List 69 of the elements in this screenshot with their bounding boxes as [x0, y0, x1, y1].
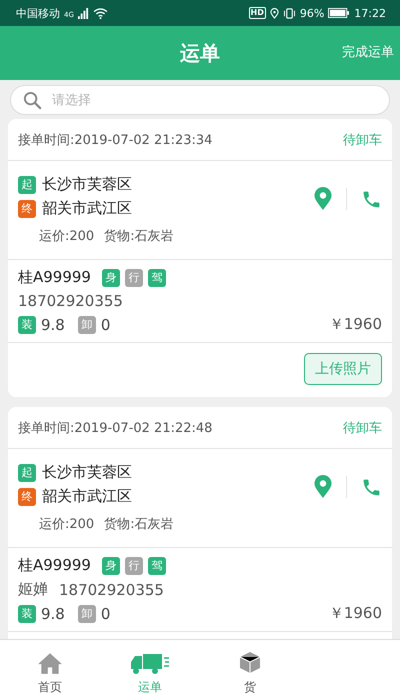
document-tag: 身 [102, 556, 120, 574]
phone-icon [361, 188, 382, 210]
unload-weight: 0 [100, 316, 110, 334]
start-tag: 起 [18, 176, 36, 194]
plate-number: 桂A99999 [18, 556, 91, 575]
order-time: 接单时间:2019-07-02 21:22:48 [18, 420, 212, 436]
document-tag: 驾 [148, 556, 166, 574]
map-pin-icon [314, 475, 332, 499]
battery-percent: 96% [300, 6, 324, 20]
order-time: 接单时间:2019-07-02 21:23:34 [18, 132, 212, 148]
order-status: 待卸车 [343, 132, 382, 148]
signal-icon [78, 8, 89, 18]
cargo-type: 货物:石灰岩 [104, 516, 174, 533]
phone-icon [361, 476, 382, 498]
document-tag: 身 [102, 268, 120, 286]
location-icon [270, 8, 279, 18]
unload-weight: 0 [100, 604, 110, 622]
end-tag: 终 [18, 200, 36, 218]
order-amount: ￥1960 [328, 315, 382, 334]
nav-tab[interactable]: 货 [200, 640, 300, 700]
clock-time: 17:22 [354, 6, 386, 20]
search-input[interactable]: 请选择 [52, 92, 377, 108]
search-field[interactable]: 请选择 [10, 85, 390, 115]
tab-label: 运单 [138, 679, 162, 696]
origin-city: 长沙市芙蓉区 [42, 175, 132, 194]
nav-tab[interactable]: 运单 [100, 640, 200, 700]
phone-number: 18702920355 [18, 292, 123, 310]
document-tag: 行 [124, 556, 143, 574]
map-pin-button[interactable] [314, 187, 332, 211]
tab-label: 首页 [38, 679, 62, 696]
start-tag: 起 [18, 464, 36, 482]
home-icon [37, 651, 63, 675]
truck-icon [130, 651, 170, 675]
battery-icon [328, 8, 350, 18]
search-icon [23, 90, 42, 110]
load-tag: 装 [18, 604, 36, 622]
destination-city: 韶关市武江区 [42, 487, 132, 506]
order-status: 待卸车 [343, 420, 382, 436]
load-tag: 装 [18, 316, 36, 334]
freight-price: 运价:200 [39, 516, 94, 533]
unload-tag: 卸 [78, 604, 96, 622]
hd-badge: HD [248, 7, 266, 19]
vibrate-icon [282, 8, 296, 18]
phone-number: 18702920355 [59, 580, 164, 598]
unload-tag: 卸 [78, 316, 96, 334]
origin-city: 长沙市芙蓉区 [42, 463, 132, 482]
phone-button[interactable] [361, 476, 382, 498]
map-pin-button[interactable] [314, 475, 332, 499]
load-weight: 9.8 [41, 316, 65, 334]
phone-button[interactable] [361, 188, 382, 210]
document-tag: 驾 [148, 268, 166, 286]
map-pin-icon [314, 187, 332, 211]
complete-orders-link[interactable]: 完成运单 [342, 43, 394, 61]
cargo-type: 货物:石灰岩 [104, 228, 174, 245]
order-amount: ￥1960 [328, 604, 382, 623]
document-tag: 行 [124, 268, 143, 286]
upload-photos-button[interactable]: 上传照片 [304, 353, 382, 385]
box-icon [238, 650, 262, 675]
tab-label: 货 [244, 679, 256, 696]
carrier-name: 中国移动 [16, 6, 60, 20]
nav-tab[interactable]: 首页 [0, 640, 100, 700]
freight-price: 运价:200 [39, 228, 94, 245]
load-weight: 9.8 [41, 604, 65, 622]
driver-name: 姬婵 [18, 580, 48, 599]
wifi-icon [92, 8, 108, 18]
plate-number: 桂A99999 [18, 268, 91, 287]
end-tag: 终 [18, 488, 36, 506]
destination-city: 韶关市武江区 [42, 199, 132, 218]
page-title: 运单 [180, 40, 220, 66]
